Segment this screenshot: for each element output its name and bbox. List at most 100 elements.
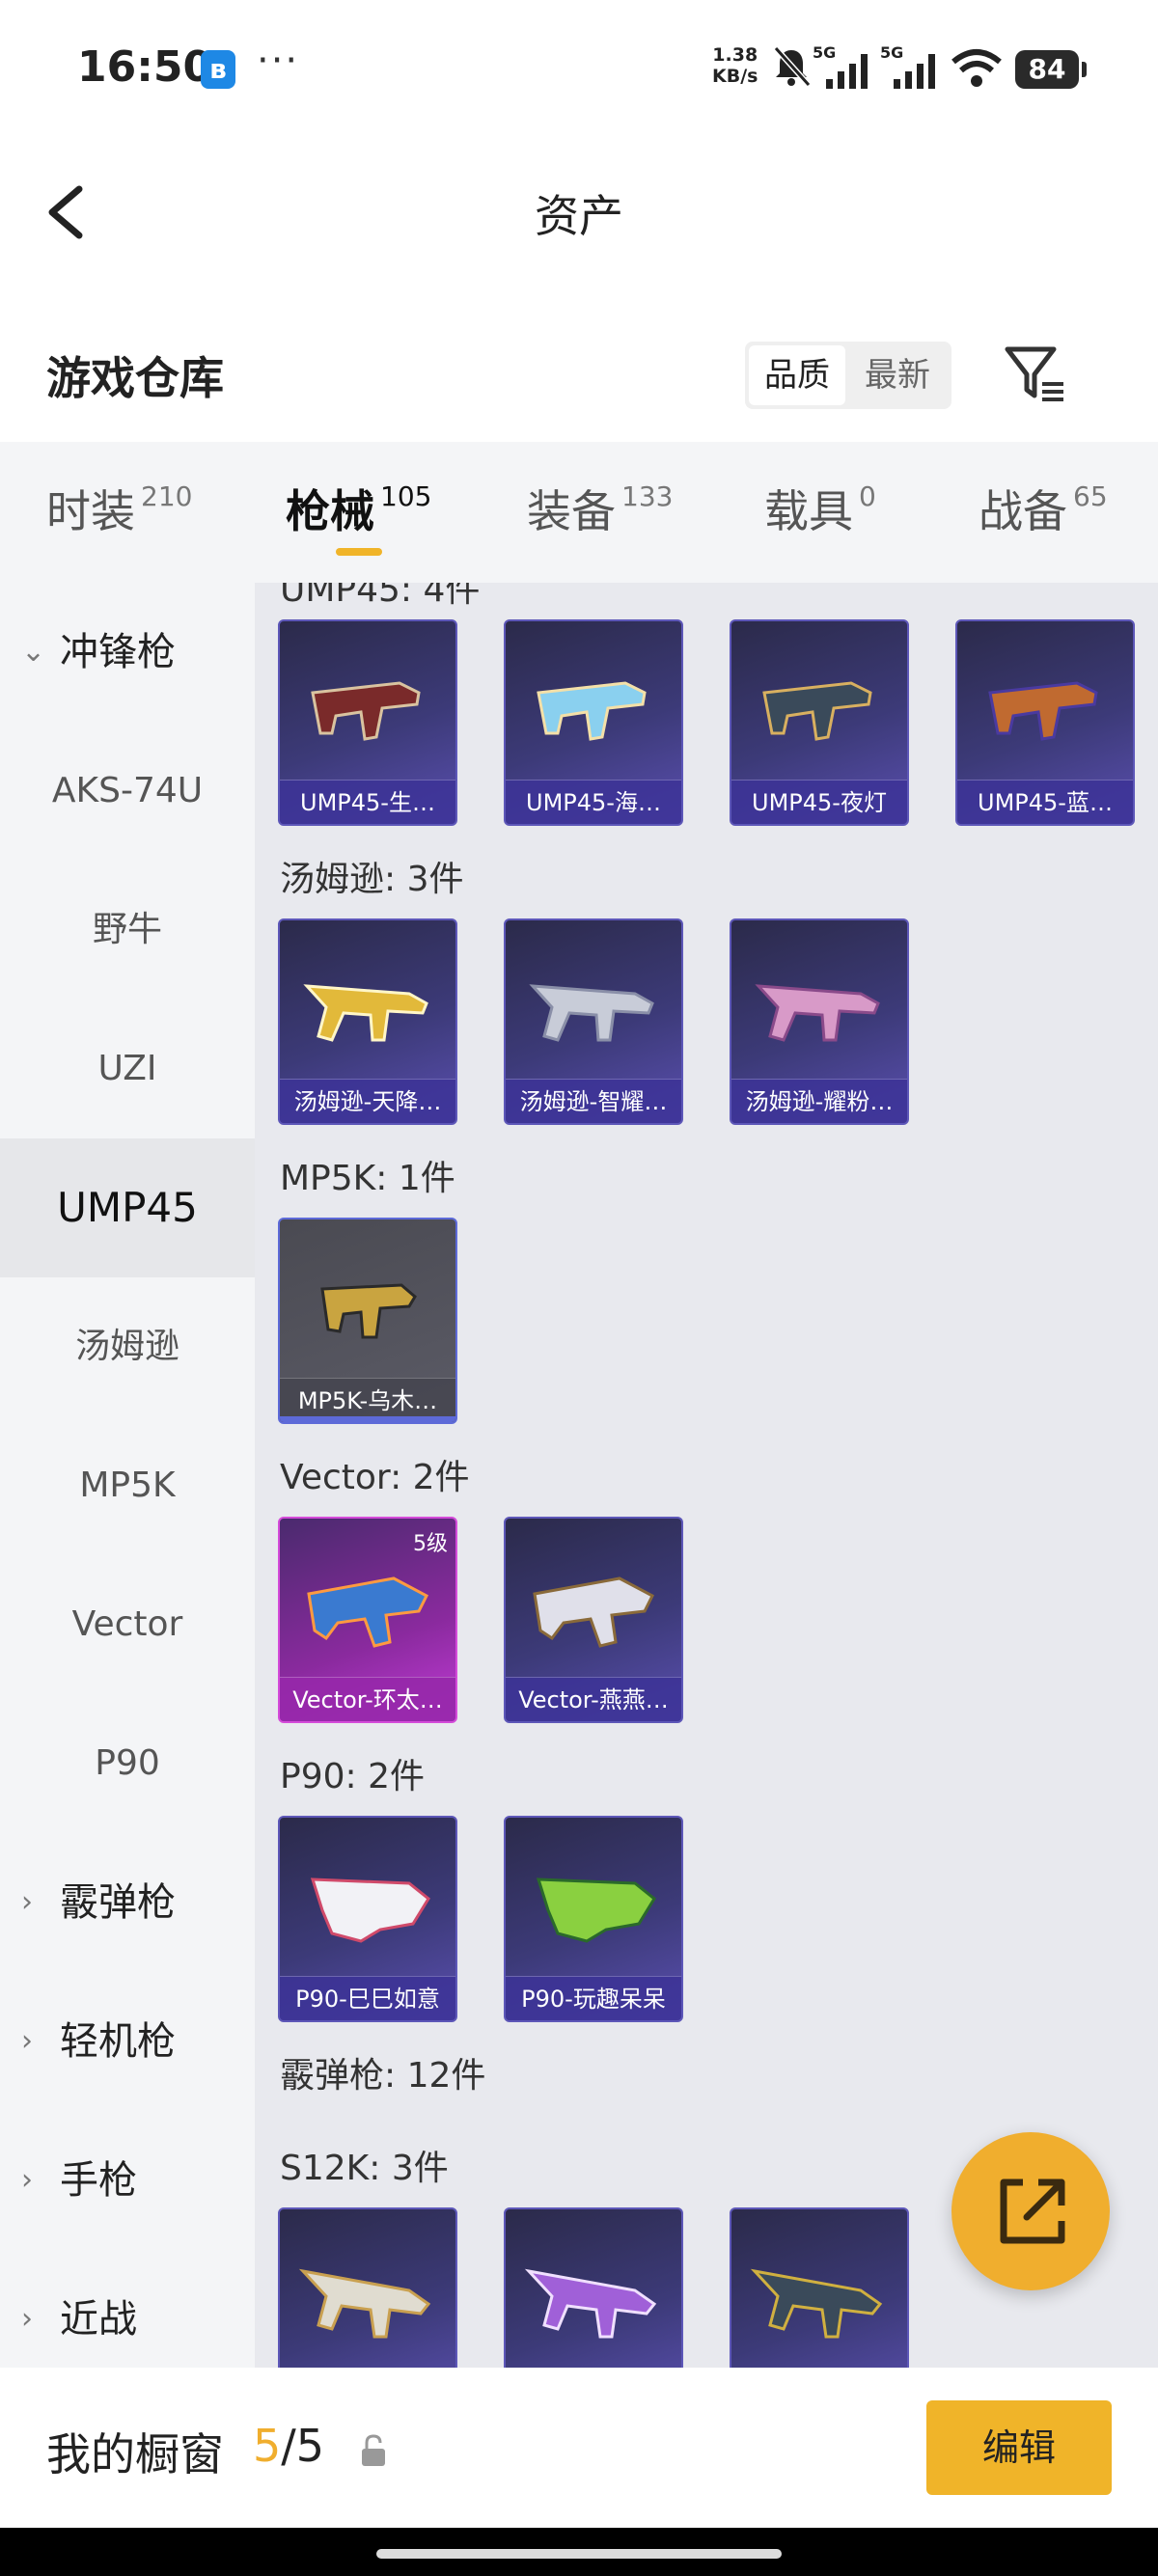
category-tabs: 时装 210 枪械 105 装备 133 载具 0 战备 65 xyxy=(0,442,1158,583)
sidebar-item-bison[interactable]: 野牛 xyxy=(0,861,255,1000)
smg-icon xyxy=(303,984,428,1042)
status-time: 16:50 xyxy=(77,42,213,92)
group-label-mp5k: MP5K: 1件 xyxy=(280,1159,455,1198)
skin-name: 汤姆逊-天降… xyxy=(280,1079,455,1123)
skin-card[interactable]: MP5K-乌木… xyxy=(278,1218,457,1424)
skin-name: Vector-环太… xyxy=(280,1677,455,1721)
warehouse-header: 游戏仓库 品质 最新 xyxy=(0,309,1158,434)
skin-name: UMP45-夜灯 xyxy=(731,780,907,824)
group-label-thompson: 汤姆逊: 3件 xyxy=(280,860,464,899)
sidebar-item-label: 冲锋枪 xyxy=(60,630,176,674)
tab-label: 载具 xyxy=(764,485,853,537)
skin-card[interactable] xyxy=(278,2207,457,2368)
sidebar-item-thompson[interactable]: 汤姆逊 xyxy=(0,1277,255,1416)
tab-firearms[interactable]: 枪械 105 xyxy=(286,477,431,540)
home-indicator[interactable] xyxy=(376,2549,782,2559)
sidebar-item-uzi[interactable]: UZI xyxy=(0,1000,255,1138)
skin-name: P90-玩趣呆呆 xyxy=(506,1976,681,2020)
weapon-category-sidebar: ⌄ 冲锋枪 AKS-74U 野牛 UZI UMP45 汤姆逊 MP5K Vecto… xyxy=(0,583,255,2368)
shotgun-icon xyxy=(750,2268,883,2339)
group-label-vector: Vector: 2件 xyxy=(280,1458,470,1497)
tab-count: 65 xyxy=(1073,480,1108,512)
skin-card[interactable]: 汤姆逊-耀粉… xyxy=(730,918,909,1125)
smg-icon xyxy=(307,1576,428,1648)
edit-button[interactable]: 编辑 xyxy=(926,2400,1112,2495)
tab-label: 时装 xyxy=(46,485,135,537)
sidebar-item-mp5k[interactable]: MP5K xyxy=(0,1416,255,1555)
tab-count: 0 xyxy=(859,480,876,512)
tab-count: 105 xyxy=(380,480,432,512)
sidebar-item-p90[interactable]: P90 xyxy=(0,1694,255,1833)
skin-name: UMP45-蓝… xyxy=(957,780,1133,824)
shotgun-icon xyxy=(298,2268,431,2339)
sidebar-group-pistol[interactable]: › 手枪 xyxy=(0,2111,255,2250)
smg-icon xyxy=(536,1877,656,1943)
group-label-shotgun: 霰弹枪: 12件 xyxy=(280,2056,486,2096)
tab-combat-prep[interactable]: 战备 65 xyxy=(979,477,1108,540)
mute-bell-icon xyxy=(773,45,812,88)
skin-card[interactable]: 5级 Vector-环太… xyxy=(278,1517,457,1723)
skin-name: Vector-燕燕… xyxy=(506,1677,681,1721)
wifi-icon xyxy=(951,49,1002,87)
skin-card[interactable]: Vector-燕燕… xyxy=(504,1517,683,1723)
lock-icon xyxy=(362,2434,385,2466)
skin-card[interactable]: 汤姆逊-智耀… xyxy=(504,918,683,1125)
smg-icon xyxy=(533,1576,654,1648)
sort-by-quality-button[interactable]: 品质 xyxy=(749,345,845,405)
tab-label: 战备 xyxy=(979,485,1067,537)
skin-card[interactable]: P90-巳巳如意 xyxy=(278,1816,457,2022)
active-tab-indicator xyxy=(336,548,382,556)
skin-card[interactable]: 汤姆逊-天降… xyxy=(278,918,457,1125)
showcase-current: 5 xyxy=(253,2420,282,2472)
skin-name: P90-巳巳如意 xyxy=(280,1976,455,2020)
sort-by-newest-button[interactable]: 最新 xyxy=(849,345,946,405)
skin-card[interactable]: UMP45-夜灯 xyxy=(730,619,909,826)
filter-icon[interactable] xyxy=(1002,340,1069,407)
smg-icon xyxy=(755,984,880,1042)
smg-icon xyxy=(762,681,872,741)
shotgun-icon xyxy=(524,2268,657,2339)
skin-card[interactable]: UMP45-蓝… xyxy=(955,619,1135,826)
tab-fashion[interactable]: 时装 210 xyxy=(46,477,192,540)
sort-toggle: 品质 最新 xyxy=(745,342,951,409)
skin-card[interactable] xyxy=(730,2207,909,2368)
network-speed-value: 1.38 xyxy=(712,44,758,66)
section-title: 游戏仓库 xyxy=(46,352,224,404)
tab-vehicles[interactable]: 载具 0 xyxy=(764,477,876,540)
skin-card[interactable]: P90-玩趣呆呆 xyxy=(504,1816,683,2022)
share-button[interactable] xyxy=(951,2132,1110,2290)
tab-equipment[interactable]: 装备 133 xyxy=(527,477,673,540)
tab-count: 133 xyxy=(621,480,674,512)
group-label-s12k: S12K: 3件 xyxy=(280,2149,449,2188)
sidebar-group-shotgun[interactable]: › 霰弹枪 xyxy=(0,1833,255,1972)
sidebar-group-lmg[interactable]: › 轻机枪 xyxy=(0,1972,255,2111)
tab-count: 210 xyxy=(141,480,193,512)
skin-name: 汤姆逊-耀粉… xyxy=(731,1079,907,1123)
skin-name: MP5K-乌木… xyxy=(280,1378,455,1422)
showcase-count: 5/5 xyxy=(253,2420,324,2472)
skin-card[interactable]: UMP45-生… xyxy=(278,619,457,826)
group-label-ump45: UMP45: 4件 xyxy=(280,583,481,610)
tab-label: 枪械 xyxy=(286,485,374,537)
network-speed-unit: KB/s xyxy=(712,66,758,87)
smg-icon xyxy=(988,681,1098,741)
smg-icon xyxy=(537,681,647,741)
page-title: 资产 xyxy=(535,190,623,242)
system-nav-area xyxy=(0,2528,1158,2576)
sidebar-item-vector[interactable]: Vector xyxy=(0,1555,255,1694)
sidebar-item-aks74u[interactable]: AKS-74U xyxy=(0,722,255,861)
skin-card[interactable]: UMP45-海… xyxy=(504,619,683,826)
app-header: 资产 xyxy=(0,135,1158,289)
sidebar-group-melee[interactable]: › 近战 xyxy=(0,2250,255,2368)
chevron-right-icon: › xyxy=(21,2024,33,2058)
sidebar-item-label: 手枪 xyxy=(60,2158,137,2203)
smg-icon xyxy=(310,1877,430,1943)
sidebar-group-smg[interactable]: ⌄ 冲锋枪 xyxy=(0,583,255,722)
sidebar-item-ump45[interactable]: UMP45 xyxy=(0,1138,255,1277)
sidebar-item-label: 轻机枪 xyxy=(60,2019,176,2064)
tab-label: 装备 xyxy=(527,485,616,537)
skin-card[interactable] xyxy=(504,2207,683,2368)
status-bar: 16:50 ʙ ··· 1.38 KB/s 5G 5G 84 xyxy=(0,0,1158,135)
more-notifications-icon: ··· xyxy=(257,39,300,83)
smg-icon xyxy=(311,681,421,741)
